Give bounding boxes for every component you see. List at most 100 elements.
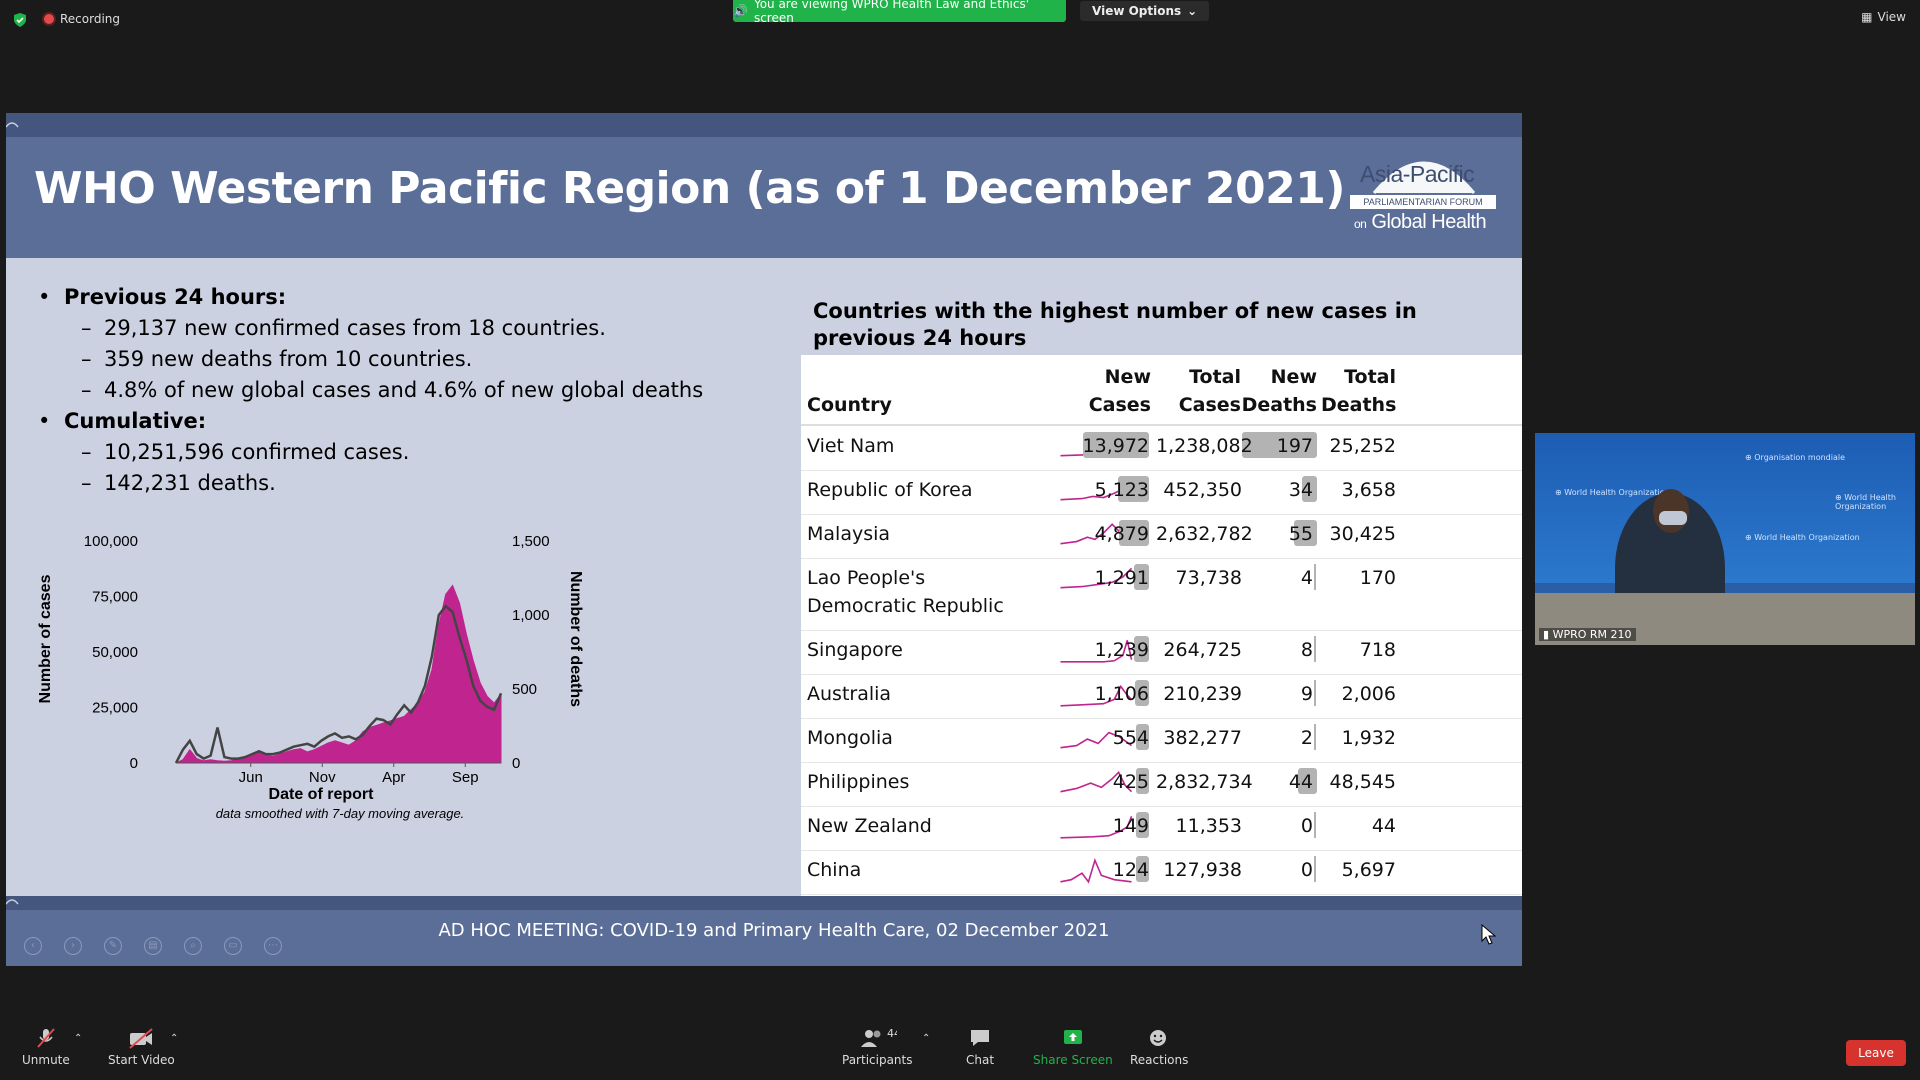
y2-axis-label: Number of deaths bbox=[567, 571, 584, 707]
table-row: Malaysia 4,879 2,632,782 55 30,425 bbox=[801, 514, 1522, 559]
country-name: Republic of Korea bbox=[807, 479, 973, 501]
total-cases-value: 2,832,734 bbox=[1156, 771, 1253, 793]
participants-button[interactable]: 44 Participants bbox=[842, 1027, 913, 1067]
new-deaths-bar bbox=[1314, 856, 1316, 882]
y-tick-label: 100,000 bbox=[84, 533, 138, 550]
country-name: New Zealand bbox=[807, 815, 932, 837]
header-new-cases-2: Cases bbox=[1088, 394, 1151, 416]
new-deaths-bar bbox=[1314, 636, 1316, 662]
apf-logo: Asia-Pacific PARLIAMENTARIAN FORUM on Gl… bbox=[1344, 141, 1504, 249]
view-options-button[interactable]: View Options ⌄ bbox=[1080, 1, 1210, 21]
bullet-item: 10,251,596 confirmed cases. bbox=[34, 437, 703, 468]
header-total-deaths-2: Deaths bbox=[1321, 394, 1397, 416]
table-row: New Zealand 149 11,353 0 44 bbox=[801, 806, 1522, 851]
total-cases-value: 1,238,082 bbox=[1156, 435, 1253, 457]
total-deaths-value: 25,252 bbox=[1329, 435, 1396, 457]
reactions-icon bbox=[1150, 1030, 1167, 1046]
total-deaths-value: 3,658 bbox=[1341, 479, 1396, 501]
total-deaths-value: 718 bbox=[1359, 639, 1396, 661]
zoom-meeting-window: Recording 🔊 You are viewing WPRO Health … bbox=[0, 0, 1920, 1080]
leave-button[interactable]: Leave bbox=[1846, 1040, 1906, 1066]
start-video-label: Start Video bbox=[108, 1053, 175, 1067]
new-cases-value: 4,879 bbox=[1094, 523, 1149, 545]
table-row: Australia 1,106 210,239 9 2,006 bbox=[801, 674, 1522, 719]
slides-icon[interactable]: ▤ bbox=[144, 937, 162, 955]
new-cases-value: 1,106 bbox=[1094, 683, 1149, 705]
new-cases-value: 1,239 bbox=[1094, 639, 1149, 661]
y2-tick-label: 1,500 bbox=[512, 533, 550, 550]
face-mask bbox=[1659, 511, 1687, 525]
shared-slide: WHO Western Pacific Region (as of 1 Dece… bbox=[6, 113, 1522, 966]
new-deaths-bar bbox=[1314, 564, 1316, 590]
next-slide-icon[interactable]: › bbox=[64, 937, 82, 955]
participant-name: ▮ WPRO RM 210 bbox=[1539, 628, 1636, 641]
meeting-toolbar: Unmute ⌃ Start Video ⌃ 44 Participants ⌃ bbox=[0, 1015, 1920, 1080]
new-deaths-bar bbox=[1314, 724, 1316, 750]
y2-tick-label: 500 bbox=[512, 681, 537, 698]
table-row: Singapore 1,239 264,725 8 718 bbox=[801, 630, 1522, 675]
chart-note: data smoothed with 7-day moving average. bbox=[216, 806, 465, 821]
participants-chevron-icon[interactable]: ⌃ bbox=[922, 1033, 930, 1044]
unmute-label: Unmute bbox=[22, 1053, 70, 1067]
total-cases-value: 452,350 bbox=[1163, 479, 1242, 501]
x-tick-label: Sep bbox=[452, 769, 479, 786]
participant-video-tile[interactable]: ⊕ World Health Organization ⊕ Organisati… bbox=[1535, 433, 1915, 645]
pen-icon[interactable]: ✎ bbox=[104, 937, 122, 955]
reactions-button[interactable]: Reactions bbox=[1130, 1027, 1188, 1067]
view-options-label: View Options bbox=[1092, 4, 1182, 18]
country-name: China bbox=[807, 859, 862, 881]
new-cases-value: 124 bbox=[1112, 859, 1149, 881]
table-row: Republic of Korea 5,123 452,350 34 3,658 bbox=[801, 470, 1522, 515]
slide-controls: ‹ › ✎ ▤ ⌕ ▭ ⋯ bbox=[24, 937, 282, 955]
x-axis-label: Date of report bbox=[269, 786, 375, 803]
header-new-deaths-1: New bbox=[1270, 366, 1317, 388]
recording-indicator[interactable]: Recording bbox=[44, 12, 120, 26]
chat-button[interactable]: Chat bbox=[966, 1027, 994, 1067]
country-name: Mongolia bbox=[807, 727, 893, 749]
table-header: Country New Cases Total Cases New Deaths… bbox=[801, 355, 1522, 426]
start-video-button[interactable]: Start Video bbox=[108, 1027, 175, 1067]
y-tick-label: 75,000 bbox=[92, 589, 138, 606]
table-row: Philippines 425 2,832,734 44 48,545 bbox=[801, 762, 1522, 807]
share-screen-button[interactable]: Share Screen bbox=[1033, 1027, 1113, 1067]
subtitles-icon[interactable]: ▭ bbox=[224, 937, 242, 955]
table-row: Viet Nam 13,972 1,238,082 197 25,252 bbox=[801, 426, 1522, 471]
total-cases-value: 382,277 bbox=[1163, 727, 1242, 749]
security-shield-icon[interactable] bbox=[12, 12, 28, 28]
logo-line-3: on Global Health bbox=[1354, 211, 1487, 233]
view-button[interactable]: ▦ View bbox=[1861, 10, 1906, 24]
header-new-cases-1: New bbox=[1104, 366, 1151, 388]
total-deaths-value: 48,545 bbox=[1329, 771, 1396, 793]
logo-line-2: PARLIAMENTARIAN FORUM bbox=[1350, 195, 1496, 209]
chevron-down-icon: ⌄ bbox=[1187, 4, 1198, 18]
total-deaths-value: 44 bbox=[1371, 815, 1396, 837]
new-deaths-value: 4 bbox=[1300, 567, 1313, 589]
country-name: Australia bbox=[807, 683, 892, 705]
new-deaths-value: 9 bbox=[1300, 683, 1313, 705]
countries-table: Country New Cases Total Cases New Deaths… bbox=[801, 355, 1522, 966]
new-deaths-bar bbox=[1314, 812, 1316, 838]
y-tick-label: 50,000 bbox=[92, 644, 138, 661]
country-name: Viet Nam bbox=[807, 435, 895, 457]
bullet-item: 359 new deaths from 10 countries. bbox=[34, 344, 703, 375]
viewing-screen-banner: 🔊 You are viewing WPRO Health Law and Et… bbox=[733, 0, 1066, 25]
header-total-cases-1: Total bbox=[1189, 366, 1241, 388]
previous-slide-icon[interactable]: ‹ bbox=[24, 937, 42, 955]
y2-tick-label: 1,000 bbox=[512, 607, 550, 624]
total-cases-value: 264,725 bbox=[1163, 639, 1242, 661]
audio-options-chevron-icon[interactable]: ⌃ bbox=[74, 1033, 82, 1044]
viewing-banner-text: You are viewing WPRO Health Law and Ethi… bbox=[753, 0, 1030, 25]
total-deaths-value: 170 bbox=[1359, 567, 1396, 589]
unmute-button[interactable]: Unmute bbox=[22, 1027, 70, 1067]
more-options-icon[interactable]: ⋯ bbox=[264, 937, 282, 955]
video-options-chevron-icon[interactable]: ⌃ bbox=[170, 1033, 178, 1044]
bullet-previous-24h: Previous 24 hours: bbox=[34, 282, 703, 313]
zoom-icon[interactable]: ⌕ bbox=[184, 937, 202, 955]
total-cases-value: 127,938 bbox=[1163, 859, 1242, 881]
participants-icon: 44 bbox=[861, 1027, 897, 1047]
y-tick-label: 0 bbox=[130, 755, 138, 772]
new-deaths-bar bbox=[1314, 680, 1316, 706]
chat-label: Chat bbox=[966, 1053, 995, 1067]
total-deaths-value: 30,425 bbox=[1329, 523, 1396, 545]
new-cases-value: 13,972 bbox=[1082, 435, 1149, 457]
